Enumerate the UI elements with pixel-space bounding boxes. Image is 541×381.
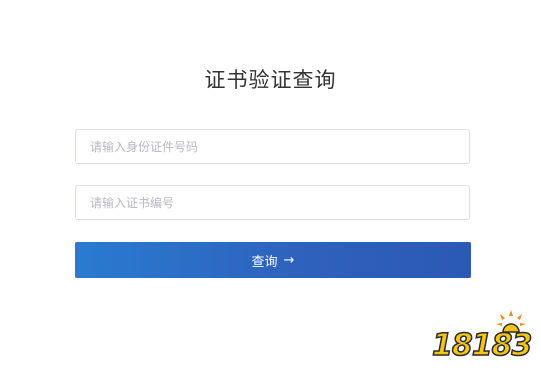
watermark-logo-text: 18183 [431, 327, 533, 364]
query-button[interactable]: 查询 → [75, 242, 471, 278]
arrow-right-icon: → [283, 252, 295, 268]
watermark-logo: 18183 [431, 308, 533, 374]
certificate-number-input[interactable] [75, 185, 470, 220]
query-button-label: 查询 [251, 254, 278, 270]
page-title: 证书验证查询 [204, 68, 337, 92]
id-number-input[interactable] [75, 129, 470, 164]
